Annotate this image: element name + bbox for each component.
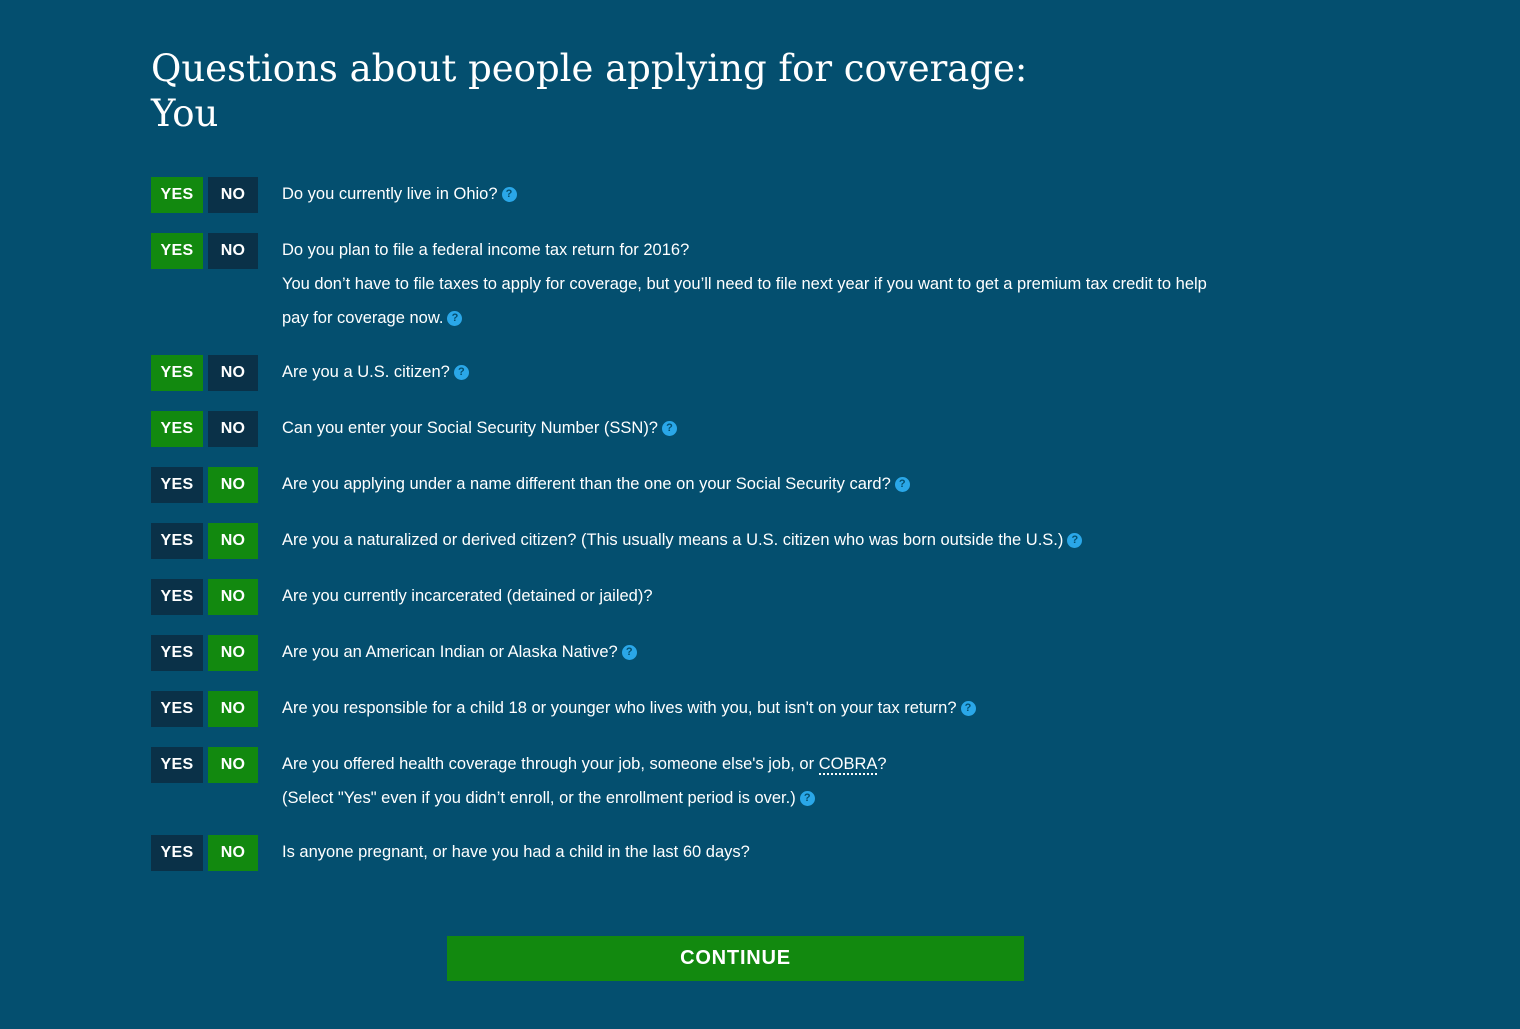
question-subtext: (Select "Yes" even if you didn’t enroll,… — [282, 781, 1282, 815]
yes-no-toggle: YES NO — [151, 355, 258, 391]
cobra-abbreviation[interactable]: COBRA — [818, 755, 878, 775]
question-label: Do you plan to file a federal income tax… — [282, 241, 690, 259]
yes-no-toggle: YES NO — [151, 635, 258, 671]
yes-button[interactable]: YES — [151, 691, 203, 727]
no-button[interactable]: NO — [208, 355, 258, 391]
question-line: Are you currently incarcerated (detained… — [282, 579, 1282, 613]
question-text: Do you plan to file a federal income tax… — [282, 233, 1282, 335]
question-text: Are you an American Indian or Alaska Nat… — [282, 635, 1282, 669]
yes-button[interactable]: YES — [151, 233, 203, 269]
yes-button[interactable]: YES — [151, 411, 203, 447]
help-icon[interactable]: ? — [799, 791, 815, 806]
question-text: Do you currently live in Ohio?? — [282, 177, 1282, 211]
question-line: Do you currently live in Ohio?? — [282, 177, 1282, 211]
yes-button[interactable]: YES — [151, 523, 203, 559]
question-text: Are you a U.S. citizen?? — [282, 355, 1282, 389]
question-line: Are you offered health coverage through … — [282, 747, 1282, 781]
question-text: Are you currently incarcerated (detained… — [282, 579, 1282, 613]
yes-no-toggle: YES NO — [151, 177, 258, 213]
help-icon[interactable]: ? — [1067, 533, 1083, 548]
yes-button[interactable]: YES — [151, 467, 203, 503]
yes-button[interactable]: YES — [151, 579, 203, 615]
question-subtext-label: (Select "Yes" even if you didn’t enroll,… — [282, 789, 796, 807]
no-button[interactable]: NO — [208, 233, 258, 269]
yes-no-toggle: YES NO — [151, 835, 258, 871]
question-line: Are you an American Indian or Alaska Nat… — [282, 635, 1282, 669]
question-text: Are you offered health coverage through … — [282, 747, 1282, 815]
no-button[interactable]: NO — [208, 411, 258, 447]
question-label: Can you enter your Social Security Numbe… — [282, 419, 658, 437]
question-label-suffix: ? — [877, 755, 887, 773]
question-text: Is anyone pregnant, or have you had a ch… — [282, 835, 1282, 869]
question-subtext-label: You don’t have to file taxes to apply fo… — [282, 275, 1207, 293]
question-label: Are you an American Indian or Alaska Nat… — [282, 643, 618, 661]
question-subtext: pay for coverage now.? — [282, 301, 1282, 335]
question-label: Are you a naturalized or derived citizen… — [282, 531, 1064, 549]
yes-button[interactable]: YES — [151, 177, 203, 213]
no-button[interactable]: NO — [208, 691, 258, 727]
question-label: Is anyone pregnant, or have you had a ch… — [282, 843, 750, 861]
help-icon[interactable]: ? — [621, 645, 637, 660]
question-label: Are you responsible for a child 18 or yo… — [282, 699, 957, 717]
question-line: Do you plan to file a federal income tax… — [282, 233, 1282, 267]
yes-button[interactable]: YES — [151, 355, 203, 391]
question-text: Are you applying under a name different … — [282, 467, 1282, 501]
yes-no-toggle: YES NO — [151, 747, 258, 783]
yes-no-toggle: YES NO — [151, 691, 258, 727]
help-icon[interactable]: ? — [960, 701, 976, 716]
question-subtext: You don’t have to file taxes to apply fo… — [282, 267, 1282, 301]
question-text: Can you enter your Social Security Numbe… — [282, 411, 1282, 445]
page-title-line2: You — [151, 92, 219, 135]
yes-no-toggle: YES NO — [151, 411, 258, 447]
yes-no-toggle: YES NO — [151, 467, 258, 503]
question-line: Are you responsible for a child 18 or yo… — [282, 691, 1282, 725]
question-text: Are you responsible for a child 18 or yo… — [282, 691, 1282, 725]
no-button[interactable]: NO — [208, 635, 258, 671]
no-button[interactable]: NO — [208, 747, 258, 783]
no-button[interactable]: NO — [208, 835, 258, 871]
question-subtext-label: pay for coverage now. — [282, 309, 444, 327]
yes-button[interactable]: YES — [151, 835, 203, 871]
question-label: Are you currently incarcerated (detained… — [282, 587, 653, 605]
help-icon[interactable]: ? — [501, 187, 517, 202]
continue-button[interactable]: CONTINUE — [447, 936, 1024, 981]
question-line: Are you a naturalized or derived citizen… — [282, 523, 1282, 557]
page-title: Questions about people applying for cove… — [151, 46, 1027, 136]
help-icon[interactable]: ? — [453, 365, 469, 380]
yes-button[interactable]: YES — [151, 635, 203, 671]
yes-no-toggle: YES NO — [151, 233, 258, 269]
no-button[interactable]: NO — [208, 523, 258, 559]
no-button[interactable]: NO — [208, 579, 258, 615]
question-line: Can you enter your Social Security Numbe… — [282, 411, 1282, 445]
no-button[interactable]: NO — [208, 467, 258, 503]
question-label: Are you offered health coverage through … — [282, 755, 815, 773]
help-icon[interactable]: ? — [447, 311, 463, 326]
yes-no-toggle: YES NO — [151, 579, 258, 615]
question-label: Do you currently live in Ohio? — [282, 185, 498, 203]
no-button[interactable]: NO — [208, 177, 258, 213]
yes-button[interactable]: YES — [151, 747, 203, 783]
question-line: Is anyone pregnant, or have you had a ch… — [282, 835, 1282, 869]
question-label: Are you applying under a name different … — [282, 475, 891, 493]
page-title-line1: Questions about people applying for cove… — [151, 47, 1028, 90]
question-line: Are you a U.S. citizen?? — [282, 355, 1282, 389]
question-label: Are you a U.S. citizen? — [282, 363, 450, 381]
question-line: Are you applying under a name different … — [282, 467, 1282, 501]
help-icon[interactable]: ? — [894, 477, 910, 492]
yes-no-toggle: YES NO — [151, 523, 258, 559]
help-icon[interactable]: ? — [662, 421, 677, 436]
question-text: Are you a naturalized or derived citizen… — [282, 523, 1282, 557]
